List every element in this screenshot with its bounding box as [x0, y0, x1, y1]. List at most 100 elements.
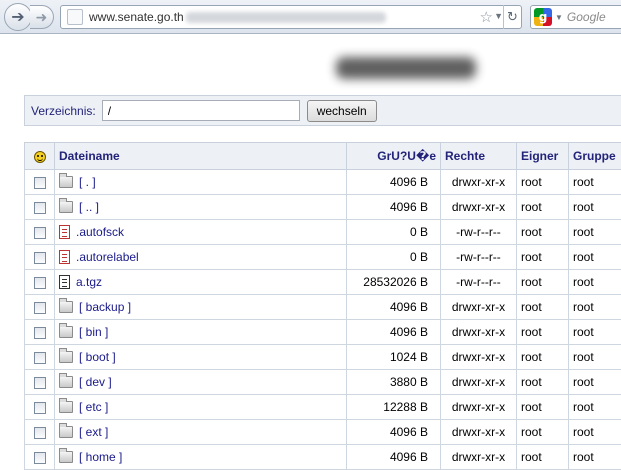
row-select-cell — [25, 295, 55, 320]
row-checkbox[interactable] — [34, 252, 46, 264]
file-group: root — [569, 370, 621, 395]
file-owner: root — [517, 245, 569, 270]
file-owner: root — [517, 170, 569, 195]
browser-toolbar: ➔ ➜ www.senate.go.th ☆ ▼ ↻ g ▼ Google — [0, 0, 621, 34]
row-checkbox[interactable] — [34, 402, 46, 414]
file-group: root — [569, 320, 621, 345]
chevron-down-icon[interactable]: ▼ — [555, 13, 563, 22]
file-name-cell: .autorelabel — [55, 245, 347, 270]
forward-button[interactable]: ➜ — [30, 5, 54, 29]
row-checkbox[interactable] — [34, 277, 46, 289]
file-icon — [59, 250, 70, 264]
directory-input[interactable] — [102, 100, 300, 121]
row-checkbox[interactable] — [34, 202, 46, 214]
row-select-cell — [25, 420, 55, 445]
file-link[interactable]: [ etc ] — [79, 400, 108, 414]
file-link[interactable]: [ .. ] — [79, 200, 99, 214]
folder-icon — [59, 401, 73, 413]
file-name-cell: [ home ] — [55, 445, 347, 470]
directory-label: Verzeichnis: — [31, 104, 96, 118]
file-link[interactable]: [ home ] — [79, 450, 122, 464]
file-link[interactable]: [ dev ] — [79, 375, 112, 389]
back-arrow-icon: ➔ — [11, 7, 24, 27]
file-link[interactable]: .autorelabel — [76, 250, 139, 264]
file-table-body: [ . ]4096 Bdrwxr-xr-xrootroot[ .. ]4096 … — [25, 170, 621, 470]
file-link[interactable]: a.tgz — [76, 275, 102, 289]
folder-icon — [59, 376, 73, 388]
column-header-group[interactable]: Gruppe — [569, 143, 621, 170]
file-name-cell: [ dev ] — [55, 370, 347, 395]
file-owner: root — [517, 445, 569, 470]
file-permissions: drwxr-xr-x — [441, 195, 517, 220]
row-checkbox[interactable] — [34, 227, 46, 239]
folder-icon — [59, 326, 73, 338]
folder-icon — [59, 351, 73, 363]
file-name-cell: [ .. ] — [55, 195, 347, 220]
file-size: 4096 B — [347, 445, 441, 470]
row-select-cell — [25, 170, 55, 195]
row-checkbox[interactable] — [34, 177, 46, 189]
select-all-header[interactable] — [25, 143, 55, 170]
url-text: www.senate.go.th — [89, 10, 184, 24]
row-checkbox[interactable] — [34, 452, 46, 464]
file-link[interactable]: [ bin ] — [79, 325, 108, 339]
row-select-cell — [25, 445, 55, 470]
row-checkbox[interactable] — [34, 352, 46, 364]
row-select-cell — [25, 345, 55, 370]
file-name-cell: [ etc ] — [55, 395, 347, 420]
file-permissions: drwxr-xr-x — [441, 370, 517, 395]
address-bar[interactable]: www.senate.go.th ☆ ▼ ↻ — [60, 5, 522, 29]
reload-icon: ↻ — [507, 9, 518, 25]
search-placeholder: Google — [567, 10, 606, 24]
row-select-cell — [25, 270, 55, 295]
file-name-cell: [ bin ] — [55, 320, 347, 345]
file-link[interactable]: [ ext ] — [79, 425, 108, 439]
smiley-icon[interactable] — [34, 151, 46, 163]
file-size: 4096 B — [347, 295, 441, 320]
table-row: [ boot ]1024 Bdrwxr-xr-xrootroot — [25, 345, 621, 370]
file-permissions: drwxr-xr-x — [441, 445, 517, 470]
file-name-cell: [ boot ] — [55, 345, 347, 370]
reload-button[interactable]: ↻ — [503, 5, 521, 29]
file-size: 12288 B — [347, 395, 441, 420]
table-row: [ backup ]4096 Bdrwxr-xr-xrootroot — [25, 295, 621, 320]
change-directory-button[interactable]: wechseln — [307, 100, 377, 122]
search-bar[interactable]: g ▼ Google — [530, 5, 621, 29]
logo-redacted — [336, 57, 476, 79]
column-header-owner[interactable]: Eigner — [517, 143, 569, 170]
table-row: [ . ]4096 Bdrwxr-xr-xrootroot — [25, 170, 621, 195]
google-icon[interactable]: g — [534, 8, 552, 26]
file-owner: root — [517, 395, 569, 420]
table-row: [ ext ]4096 Bdrwxr-xr-xrootroot — [25, 420, 621, 445]
table-row: .autorelabel0 B-rw-r--r--rootroot — [25, 245, 621, 270]
folder-icon — [59, 451, 73, 463]
file-group: root — [569, 220, 621, 245]
file-permissions: -rw-r--r-- — [441, 245, 517, 270]
star-icon[interactable]: ☆ — [480, 8, 493, 26]
file-owner: root — [517, 220, 569, 245]
row-checkbox[interactable] — [34, 327, 46, 339]
chevron-down-icon[interactable]: ▼ — [494, 11, 503, 21]
table-row: a.tgz28532026 B-rw-r--r--rootroot — [25, 270, 621, 295]
file-size: 28532026 B — [347, 270, 441, 295]
row-checkbox[interactable] — [34, 302, 46, 314]
file-link[interactable]: [ backup ] — [79, 300, 131, 314]
file-group: root — [569, 270, 621, 295]
column-header-size[interactable]: GrU?U�e — [347, 143, 441, 170]
file-owner: root — [517, 270, 569, 295]
back-button[interactable]: ➔ — [4, 3, 32, 31]
row-select-cell — [25, 245, 55, 270]
file-link[interactable]: [ . ] — [79, 175, 96, 189]
table-row: .autofsck0 B-rw-r--r--rootroot — [25, 220, 621, 245]
row-checkbox[interactable] — [34, 427, 46, 439]
file-link[interactable]: .autofsck — [76, 225, 124, 239]
file-group: root — [569, 295, 621, 320]
file-link[interactable]: [ boot ] — [79, 350, 116, 364]
file-permissions: drwxr-xr-x — [441, 420, 517, 445]
file-permissions: -rw-r--r-- — [441, 220, 517, 245]
file-permissions: drwxr-xr-x — [441, 170, 517, 195]
row-checkbox[interactable] — [34, 377, 46, 389]
column-header-permissions[interactable]: Rechte — [441, 143, 517, 170]
column-header-name[interactable]: Dateiname — [55, 143, 347, 170]
file-table: Dateiname GrU?U�e Rechte Eigner Gruppe [… — [24, 142, 621, 470]
